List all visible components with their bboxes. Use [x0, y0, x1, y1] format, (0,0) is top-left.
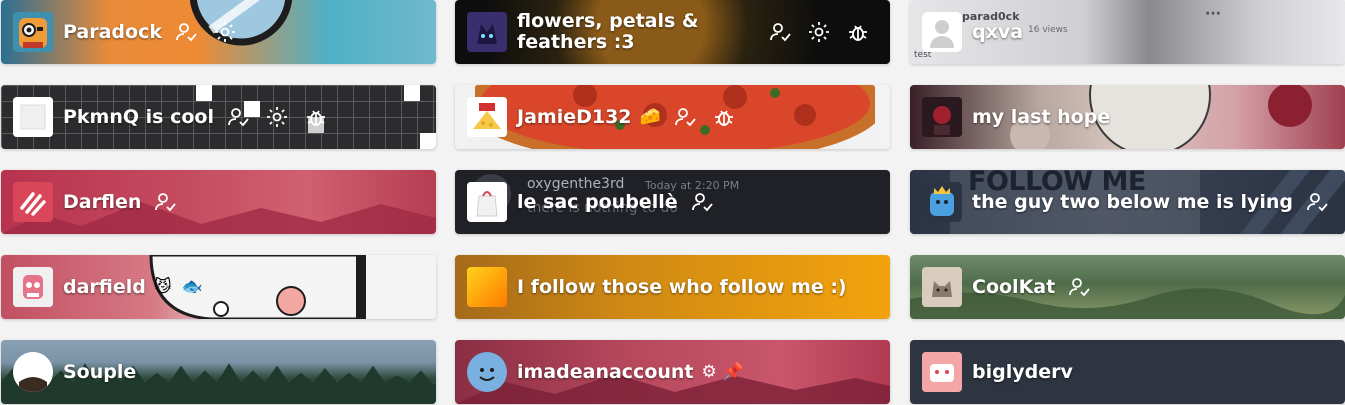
avatar-le-sac-poubelle: [467, 182, 507, 222]
user-card-darfield[interactable]: darfield 😼 🐟: [1, 255, 436, 319]
user-name[interactable]: Paradock: [63, 21, 162, 43]
user-actions: [673, 105, 751, 129]
user-card-biglyderv[interactable]: biglyderv: [910, 340, 1345, 404]
avatar-paradock: [13, 12, 53, 52]
user-card-grid: Paradock flowers, petals & feathers :3 p…: [0, 0, 1345, 405]
user-actions: [1067, 275, 1106, 299]
avatar-jamied132: [467, 97, 507, 137]
user-check-icon[interactable]: [1067, 275, 1091, 299]
user-card-coolkat[interactable]: CoolKat: [910, 255, 1345, 319]
user-check-icon[interactable]: [174, 20, 198, 44]
user-card-le-sac-poubelle[interactable]: oxygenthe3rd Today at 2:20 PM there is n…: [455, 170, 890, 234]
user-name[interactable]: Souple: [63, 361, 136, 383]
avatar-darflen: [13, 182, 53, 222]
user-card-souple[interactable]: Souple: [1, 340, 436, 404]
gear-icon[interactable]: [213, 20, 237, 44]
user-card-paradock[interactable]: Paradock: [1, 0, 436, 64]
user-actions: [690, 190, 729, 214]
user-name[interactable]: PkmnQ is cool: [63, 106, 214, 128]
user-name[interactable]: JamieD132: [517, 106, 632, 128]
avatar-pkmnq: [13, 97, 53, 137]
gear-icon[interactable]: [265, 105, 289, 129]
user-card-my-last-hope[interactable]: my last hope: [910, 85, 1345, 149]
bug-icon[interactable]: [712, 105, 736, 129]
bug-icon[interactable]: [846, 20, 870, 44]
user-actions: [768, 20, 885, 44]
cheese-emoji: 🧀: [639, 107, 661, 127]
bg-views: 16 views: [1028, 25, 1068, 35]
user-name[interactable]: CoolKat: [972, 276, 1055, 298]
user-check-icon[interactable]: [690, 190, 714, 214]
user-name[interactable]: biglyderv: [972, 361, 1073, 383]
user-actions: [174, 20, 252, 44]
avatar-flowers: [467, 12, 507, 52]
fish-emoji: 🐟: [181, 277, 203, 297]
avatar-souple: [13, 352, 53, 392]
avatar-darfield: [13, 267, 53, 307]
user-name[interactable]: le sac poubellè: [517, 191, 678, 213]
gear-icon[interactable]: [807, 20, 831, 44]
cat-emoji: 😼: [153, 277, 172, 297]
user-name[interactable]: Darflen: [63, 191, 141, 213]
bug-icon[interactable]: [304, 105, 328, 129]
user-name[interactable]: darfield: [63, 276, 146, 298]
user-check-icon[interactable]: [226, 105, 250, 129]
user-card-i-follow[interactable]: I follow those who follow me :): [455, 255, 890, 319]
user-card-qxva[interactable]: parad0ck 16 views test ··· qxva: [910, 0, 1345, 64]
user-actions: [153, 190, 192, 214]
more-icon: ···: [1205, 6, 1221, 22]
avatar-i-follow: [467, 267, 507, 307]
pushpin-emoji: 📌: [722, 362, 744, 382]
avatar-biglyderv: [922, 352, 962, 392]
avatar-coolkat: [922, 267, 962, 307]
user-name[interactable]: I follow those who follow me :): [517, 276, 847, 298]
user-check-icon[interactable]: [153, 190, 177, 214]
user-name[interactable]: flowers, petals & feathers :3: [517, 11, 762, 53]
user-check-icon[interactable]: [673, 105, 697, 129]
user-card-imadeanaccount[interactable]: imadeanaccount ⚙ 📌: [455, 340, 890, 404]
user-card-flowers[interactable]: flowers, petals & feathers :3: [455, 0, 890, 64]
user-card-the-guy-two-below[interactable]: FOLLOW ME the guy two below me is lying: [910, 170, 1345, 234]
avatar-imadeanaccount: [467, 352, 507, 392]
user-name[interactable]: my last hope: [972, 106, 1110, 128]
user-card-darflen[interactable]: Darflen: [1, 170, 436, 234]
avatar-the-guy-two-below: [922, 182, 962, 222]
gear-emoji: ⚙: [701, 362, 717, 382]
bg-author: oxygenthe3rd: [527, 176, 625, 192]
user-actions: [1305, 190, 1344, 214]
user-card-pkmnq[interactable]: PkmnQ is cool: [1, 85, 436, 149]
user-card-jamied132[interactable]: JamieD132 🧀: [455, 85, 890, 149]
user-check-icon[interactable]: [768, 20, 792, 44]
avatar-qxva: [922, 12, 962, 52]
user-name[interactable]: the guy two below me is lying: [972, 191, 1293, 213]
user-actions: [226, 105, 343, 129]
avatar-my-last-hope: [922, 97, 962, 137]
user-name[interactable]: imadeanaccount: [517, 361, 694, 383]
user-check-icon[interactable]: [1305, 190, 1329, 214]
user-name[interactable]: qxva: [972, 21, 1023, 43]
